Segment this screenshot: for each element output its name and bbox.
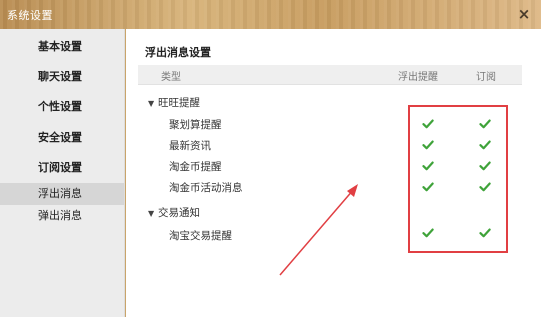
settings-content: 浮出消息设置 类型 浮出提醒 订阅 ▼ 旺旺提醒 聚划算提醒 最新资讯 淘金币提醒… bbox=[126, 29, 541, 317]
checkmark-icon[interactable] bbox=[422, 227, 434, 239]
sidebar-item-chat-settings[interactable]: 聊天设置 bbox=[0, 66, 124, 88]
group-trade-notifications[interactable]: ▼ 交易通知 bbox=[148, 205, 200, 220]
group-wangwang-reminders[interactable]: ▼ 旺旺提醒 bbox=[148, 95, 200, 110]
column-header-type: 类型 bbox=[161, 72, 181, 83]
group-label: 旺旺提醒 bbox=[158, 97, 200, 109]
checkmark-icon[interactable] bbox=[479, 227, 491, 239]
title-bar[interactable]: 系统设置 × bbox=[0, 0, 541, 29]
group-label: 交易通知 bbox=[158, 207, 200, 219]
checkmark-icon[interactable] bbox=[479, 181, 491, 193]
sidebar: 基本设置 聊天设置 个性设置 安全设置 订阅设置 浮出消息 弹出消息 bbox=[0, 29, 125, 317]
checkmark-icon[interactable] bbox=[479, 118, 491, 130]
table-header: 类型 浮出提醒 订阅 bbox=[138, 65, 522, 85]
wood-texture bbox=[0, 0, 541, 29]
settings-window: 系统设置 × 基本设置 聊天设置 个性设置 安全设置 订阅设置 浮出消息 弹出消… bbox=[0, 0, 541, 317]
checkmark-icon[interactable] bbox=[422, 118, 434, 130]
list-item-label: 最新资讯 bbox=[169, 140, 211, 152]
column-header-subscribe: 订阅 bbox=[476, 72, 496, 83]
checkmark-icon[interactable] bbox=[479, 139, 491, 151]
caret-down-icon: ▼ bbox=[148, 209, 155, 218]
sidebar-item-popup-messages[interactable]: 弹出消息 bbox=[0, 205, 124, 227]
sidebar-item-float-messages[interactable]: 浮出消息 bbox=[0, 183, 124, 205]
list-item-label: 淘宝交易提醒 bbox=[169, 230, 232, 242]
section-title: 浮出消息设置 bbox=[145, 46, 211, 59]
window-title: 系统设置 bbox=[7, 9, 53, 22]
checkmark-icon[interactable] bbox=[422, 139, 434, 151]
sidebar-item-subscription-settings[interactable]: 订阅设置 bbox=[0, 157, 124, 179]
list-item-label: 淘金币活动消息 bbox=[169, 182, 243, 194]
list-item-label: 淘金币提醒 bbox=[169, 161, 222, 173]
checkmark-icon[interactable] bbox=[422, 160, 434, 172]
list-item-label: 聚划算提醒 bbox=[169, 119, 222, 131]
checkmark-icon[interactable] bbox=[479, 160, 491, 172]
sidebar-item-personal-settings[interactable]: 个性设置 bbox=[0, 96, 124, 118]
sidebar-item-security-settings[interactable]: 安全设置 bbox=[0, 127, 124, 149]
close-icon[interactable]: × bbox=[516, 5, 532, 23]
caret-down-icon: ▼ bbox=[148, 99, 155, 108]
sidebar-item-basic-settings[interactable]: 基本设置 bbox=[0, 36, 124, 58]
checkmark-icon[interactable] bbox=[422, 181, 434, 193]
annotation-arrow-icon bbox=[279, 184, 358, 276]
column-header-float: 浮出提醒 bbox=[398, 72, 438, 83]
